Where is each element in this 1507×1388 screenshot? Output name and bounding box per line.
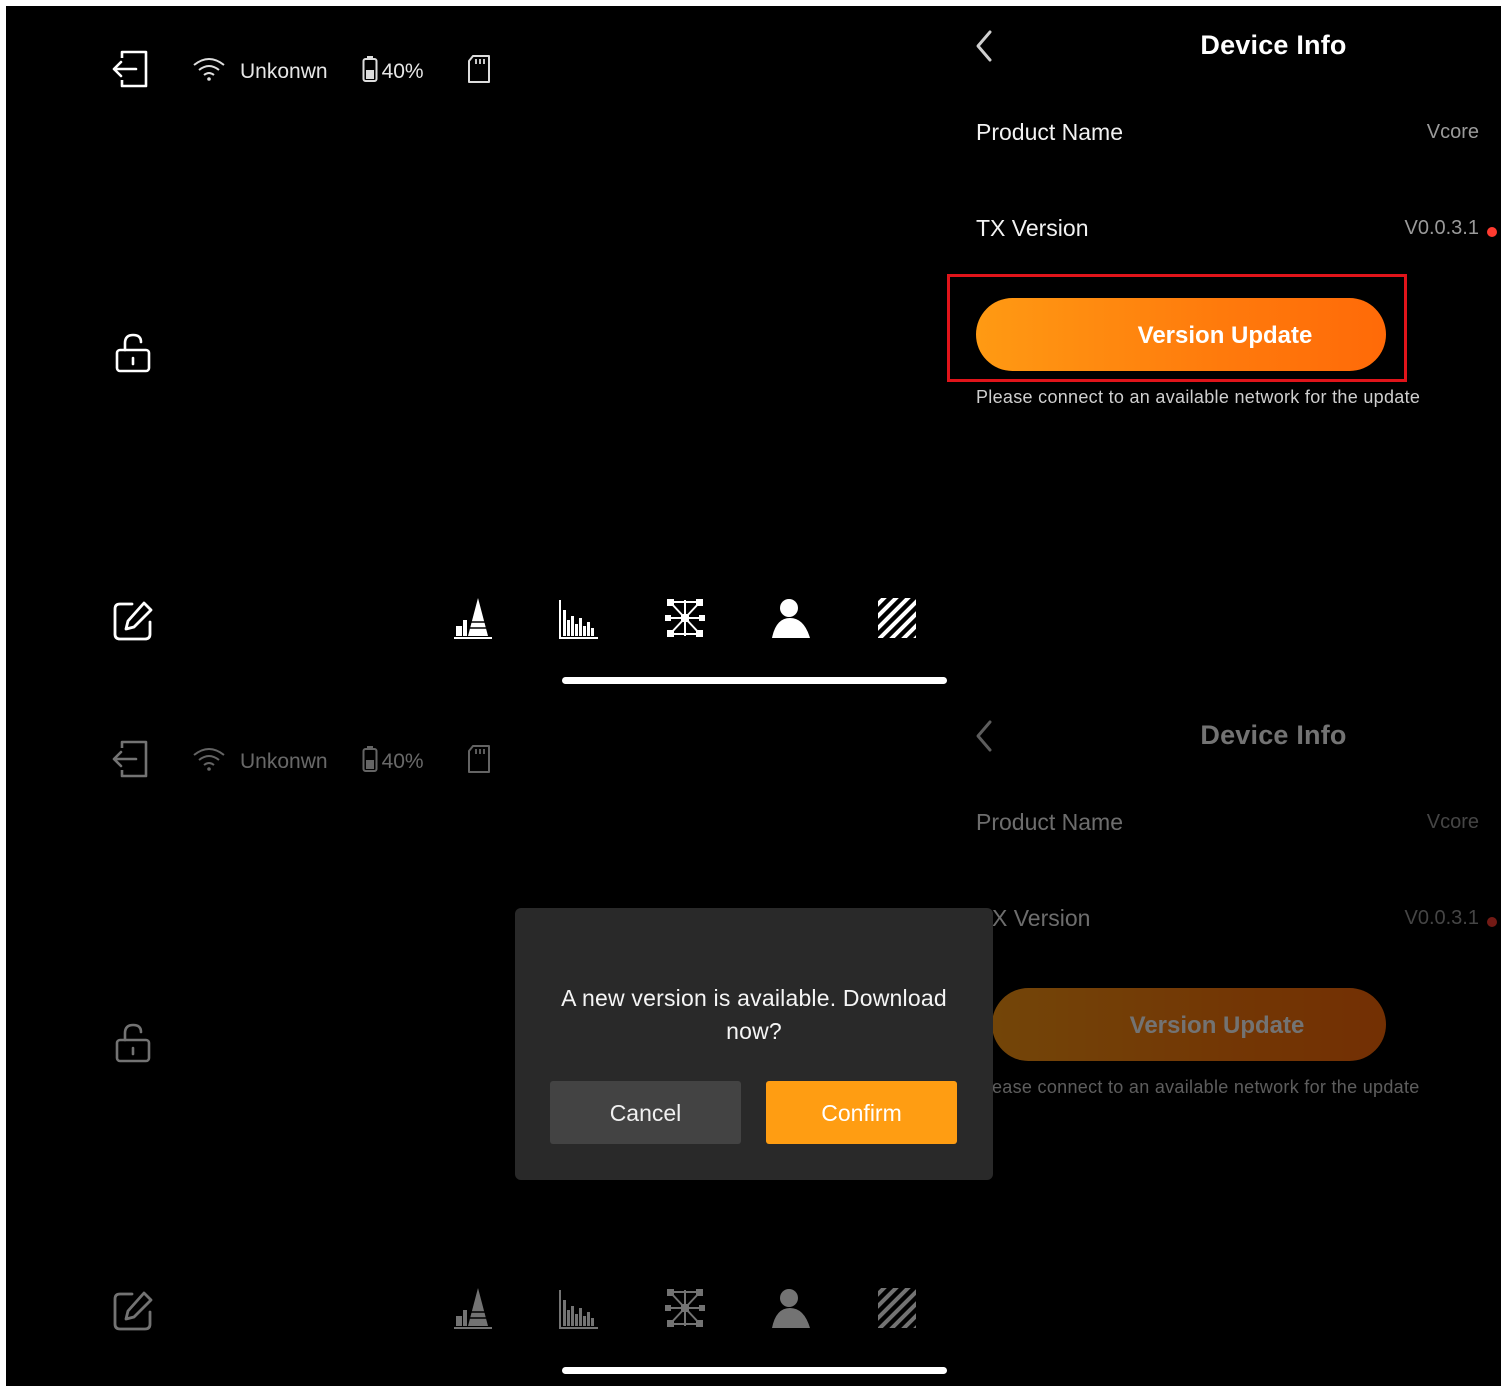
battery-level: 40% xyxy=(381,749,424,773)
page-title: Device Info xyxy=(1200,30,1347,60)
version-update-label: Version Update xyxy=(1137,322,1313,349)
network-icon[interactable] xyxy=(664,1286,706,1330)
histogram-icon[interactable] xyxy=(558,596,600,640)
unlock-icon[interactable] xyxy=(110,330,156,381)
wifi-icon xyxy=(192,746,226,777)
screen-device-info: Unkonwn 40% Device Info Product Name Vco… xyxy=(6,6,1501,696)
tx-version-label: TX Version xyxy=(976,215,1089,241)
product-name-row: Product Name Vcore xyxy=(976,809,1479,836)
portrait-icon[interactable] xyxy=(770,596,812,640)
zebra-stripes-icon[interactable] xyxy=(876,596,918,640)
product-name-value: Vcore xyxy=(1426,811,1479,833)
device-info-panel: Device Info Product Name Vcore X Version… xyxy=(966,696,1501,1386)
exit-icon[interactable] xyxy=(106,46,152,97)
device-info-panel: Device Info Product Name Vcore TX Versio… xyxy=(947,6,1501,696)
waveform-peak-icon[interactable] xyxy=(452,596,494,640)
tx-version-value: V0.0.3.1 xyxy=(1404,217,1497,240)
network-status: Unkonwn xyxy=(240,749,328,773)
exit-icon[interactable] xyxy=(106,736,152,787)
portrait-icon[interactable] xyxy=(770,1286,812,1330)
network-hint: ease connect to an available network for… xyxy=(992,1077,1420,1097)
wifi-icon xyxy=(192,56,226,87)
version-update-button[interactable]: Version Update xyxy=(976,298,1386,371)
sd-card-icon xyxy=(466,54,492,89)
tx-version-label: X Version xyxy=(992,905,1091,931)
tx-version-value: V0.0.3.1 xyxy=(1404,907,1497,930)
product-name-label: Product Name xyxy=(976,809,1124,835)
screen-update-dialog: Unkonwn 40% Device Info Product Name Vco… xyxy=(6,696,1501,1386)
tx-version-row: TX Version V0.0.3.1 xyxy=(976,215,1497,242)
mode-toolbar xyxy=(452,1286,982,1330)
confirm-button[interactable]: Confirm xyxy=(766,1081,957,1144)
network-hint: Please connect to an available network f… xyxy=(976,387,1421,407)
home-indicator[interactable] xyxy=(562,1367,947,1374)
network-icon[interactable] xyxy=(664,596,706,640)
status-bar: Unkonwn 40% xyxy=(106,46,492,97)
waveform-peak-icon[interactable] xyxy=(452,1286,494,1330)
tx-version-text: V0.0.3.1 xyxy=(1404,907,1479,929)
product-name-label: Product Name xyxy=(976,119,1124,145)
zebra-stripes-icon[interactable] xyxy=(876,1286,918,1330)
battery-level: 40% xyxy=(381,59,424,83)
tx-version-row: X Version V0.0.3.1 xyxy=(992,905,1497,932)
edit-icon[interactable] xyxy=(110,1288,156,1339)
cancel-button[interactable]: Cancel xyxy=(550,1081,741,1144)
update-dialog: A new version is available. Download now… xyxy=(515,908,993,1180)
sd-card-icon xyxy=(466,744,492,779)
product-name-value: Vcore xyxy=(1426,121,1479,143)
home-indicator[interactable] xyxy=(562,677,947,684)
unlock-icon[interactable] xyxy=(110,1020,156,1071)
page-title: Device Info xyxy=(1200,720,1347,750)
edit-icon[interactable] xyxy=(110,598,156,649)
product-name-row: Product Name Vcore xyxy=(976,119,1479,146)
mode-toolbar xyxy=(452,596,982,640)
version-update-label: Version Update xyxy=(1129,1012,1305,1039)
network-status: Unkonwn xyxy=(240,59,328,83)
status-bar: Unkonwn 40% xyxy=(106,736,492,787)
version-update-button[interactable]: Version Update xyxy=(992,988,1386,1061)
battery-icon xyxy=(362,55,378,88)
update-badge xyxy=(1487,917,1497,927)
dialog-message: A new version is available. Download now… xyxy=(561,985,947,1044)
histogram-icon[interactable] xyxy=(558,1286,600,1330)
tx-version-text: V0.0.3.1 xyxy=(1404,217,1479,239)
battery-icon xyxy=(362,745,378,778)
update-badge xyxy=(1487,227,1497,237)
